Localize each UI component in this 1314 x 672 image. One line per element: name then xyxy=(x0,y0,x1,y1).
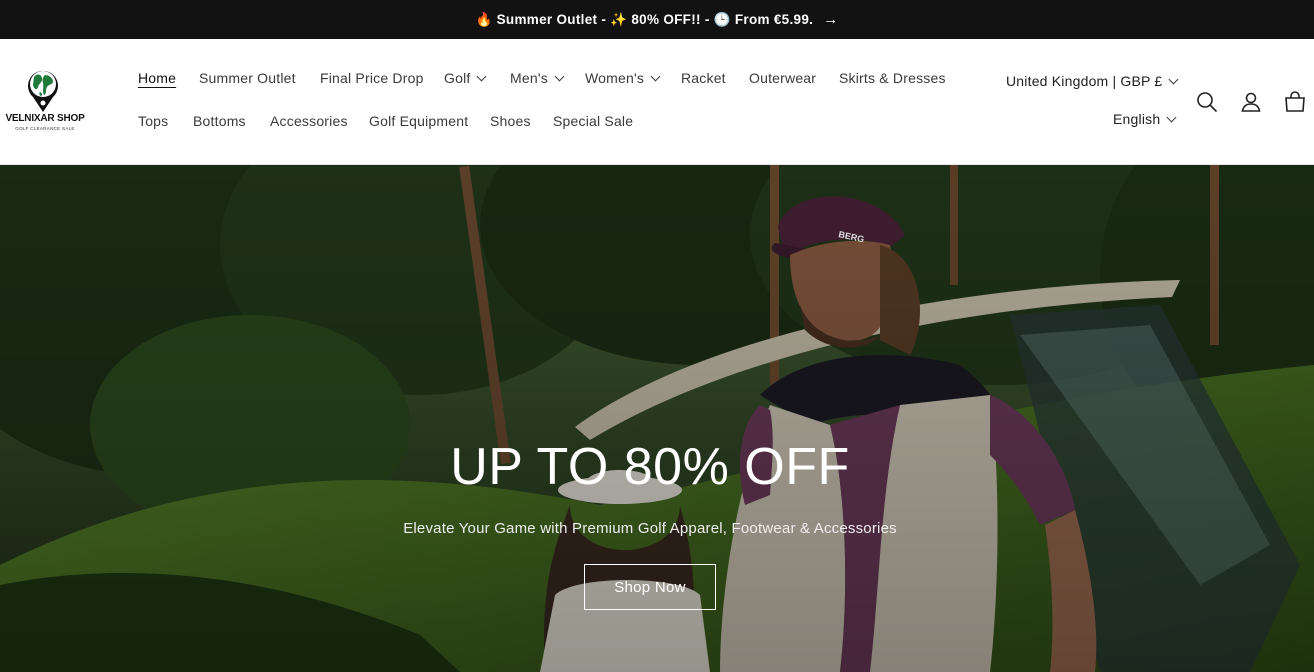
announcement-bar[interactable]: 🔥 Summer Outlet - ✨ 80% OFF!! - 🕒 From €… xyxy=(0,0,1314,39)
nav-label: Skirts & Dresses xyxy=(839,70,946,86)
nav-accessories[interactable]: Accessories xyxy=(270,113,348,129)
nav-skirts-dresses[interactable]: Skirts & Dresses xyxy=(839,70,946,86)
hero-subtitle: Elevate Your Game with Premium Golf Appa… xyxy=(403,520,897,537)
nav-label: Men's xyxy=(510,70,548,86)
account-icon[interactable] xyxy=(1239,90,1263,114)
nav-label: Accessories xyxy=(270,113,348,129)
nav-tops[interactable]: Tops xyxy=(138,113,168,129)
country-selector[interactable]: United Kingdom | GBP £ xyxy=(1006,73,1179,89)
nav-golf-equipment[interactable]: Golf Equipment xyxy=(369,113,468,129)
brand-tagline: GOLF CLEARANCE SALE xyxy=(15,126,75,131)
nav-final-price-drop[interactable]: Final Price Drop xyxy=(320,70,424,86)
nav-golf[interactable]: Golf xyxy=(444,70,487,86)
nav-label: Tops xyxy=(138,113,169,129)
chevron-down-icon xyxy=(1168,74,1179,85)
search-icon[interactable] xyxy=(1195,90,1219,114)
nav-label: Women's xyxy=(585,70,645,86)
shop-now-button[interactable]: Shop Now xyxy=(584,564,716,610)
nav-summer-outlet[interactable]: Summer Outlet xyxy=(199,70,296,86)
chevron-down-icon xyxy=(650,71,661,82)
nav-bottoms[interactable]: Bottoms xyxy=(193,113,246,129)
logo[interactable]: VELNIXAR SHOP GOLF CLEARANCE SALE xyxy=(0,67,90,137)
chevron-down-icon xyxy=(477,71,487,82)
nav-label: Golf xyxy=(444,70,471,86)
nav-label: Summer Outlet xyxy=(199,70,296,86)
nav-label: Home xyxy=(138,70,177,86)
nav-womens[interactable]: Women's xyxy=(585,70,661,86)
nav-label: Golf Equipment xyxy=(369,113,469,129)
nav-home[interactable]: Home xyxy=(138,70,176,86)
chevron-down-icon xyxy=(1166,112,1177,123)
cart-icon[interactable] xyxy=(1283,90,1307,114)
brand-name: VELNIXAR SHOP xyxy=(5,113,85,124)
nav-shoes[interactable]: Shoes xyxy=(490,113,531,129)
site-header: VELNIXAR SHOP GOLF CLEARANCE SALE Home S… xyxy=(0,39,1314,165)
nav-label: Final Price Drop xyxy=(320,70,424,86)
nav-mens[interactable]: Men's xyxy=(510,70,565,86)
language-selector[interactable]: English xyxy=(1113,111,1177,127)
chevron-down-icon xyxy=(554,71,565,82)
nav-racket[interactable]: Racket xyxy=(681,70,726,86)
country-label: United Kingdom | GBP £ xyxy=(1006,73,1163,89)
nav-label: Racket xyxy=(681,70,726,86)
language-label: English xyxy=(1113,111,1161,127)
hero-banner: BERG UP TO 80% OFF Elevate Your Game wit… xyxy=(0,165,1314,672)
arrow-right-icon[interactable]: → xyxy=(823,11,838,28)
hero-title: UP TO 80% OFF xyxy=(450,438,850,496)
announcement-text: 🔥 Summer Outlet - ✨ 80% OFF!! - 🕒 From €… xyxy=(475,11,814,27)
nav-label: Bottoms xyxy=(193,113,246,129)
globe-pin-logo-icon xyxy=(28,70,58,112)
nav-label: Shoes xyxy=(490,113,531,129)
nav-outerwear[interactable]: Outerwear xyxy=(749,70,816,86)
nav-special-sale[interactable]: Special Sale xyxy=(553,113,633,129)
nav-label: Outerwear xyxy=(749,70,817,86)
nav-label: Special Sale xyxy=(553,113,634,129)
